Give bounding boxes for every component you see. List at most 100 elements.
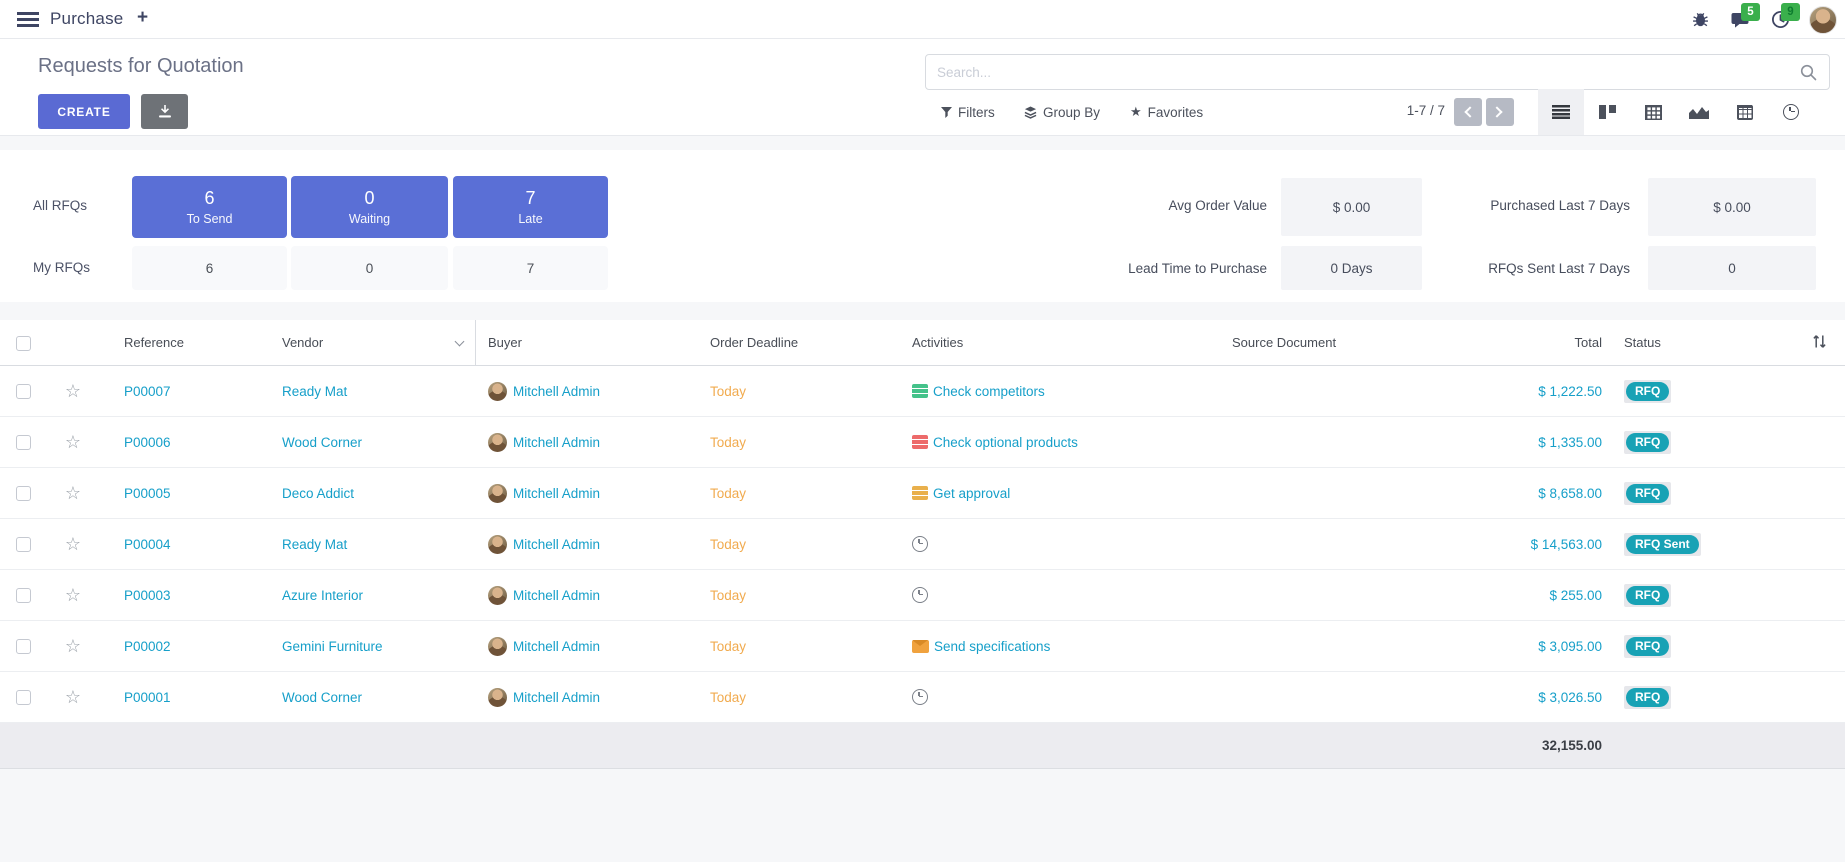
table-row[interactable]: ☆ P00003 Azure Interior Mitchell Admin T… [0,570,1845,621]
favorite-star-toggle[interactable]: ☆ [65,637,81,655]
row-checkbox[interactable] [16,537,31,552]
reference-link[interactable]: P00002 [100,639,270,654]
vendor-link[interactable]: Deco Addict [270,486,476,501]
new-menu-plus-button[interactable]: + [137,7,148,29]
activity-label[interactable]: Get approval [933,486,1010,501]
row-checkbox[interactable] [16,588,31,603]
vendor-link[interactable]: Azure Interior [270,588,476,603]
total-amount[interactable]: $ 8,658.00 [1505,486,1610,501]
buyer-name[interactable]: Mitchell Admin [513,384,600,399]
favorite-star-toggle[interactable]: ☆ [65,484,81,502]
reference-link[interactable]: P00007 [100,384,270,399]
row-checkbox[interactable] [16,690,31,705]
user-avatar[interactable] [1809,6,1837,34]
kpi-all-late[interactable]: 7 Late [453,176,608,238]
row-checkbox[interactable] [16,486,31,501]
total-amount[interactable]: $ 1,335.00 [1505,435,1610,450]
view-switcher-pivot[interactable] [1630,89,1676,135]
reference-link[interactable]: P00006 [100,435,270,450]
rfqs-sent-last-7-days-box[interactable]: 0 [1648,246,1816,290]
reference-link[interactable]: P00005 [100,486,270,501]
vendor-link[interactable]: Wood Corner [270,435,476,450]
total-amount[interactable]: $ 14,563.00 [1505,537,1610,552]
order-deadline[interactable]: Today [695,435,900,450]
row-checkbox[interactable] [16,639,31,654]
filters-button[interactable]: Filters [941,98,995,126]
column-header-order-deadline[interactable]: Order Deadline [695,335,900,350]
activity-type-icon[interactable] [912,384,928,398]
kpi-my-to-send[interactable]: 6 [132,246,287,290]
vendor-link[interactable]: Ready Mat [270,384,476,399]
view-switcher-calendar[interactable] [1722,89,1768,135]
vendor-link[interactable]: Ready Mat [270,537,476,552]
vendor-link[interactable]: Gemini Furniture [270,639,476,654]
column-header-buyer[interactable]: Buyer [476,335,695,350]
purchased-last-7-days-box[interactable]: $ 0.00 [1648,178,1816,236]
kpi-all-to-send[interactable]: 6 To Send [132,176,287,238]
favorite-star-toggle[interactable]: ☆ [65,433,81,451]
view-switcher-kanban[interactable] [1584,89,1630,135]
total-amount[interactable]: $ 255.00 [1505,588,1610,603]
table-row[interactable]: ☆ P00004 Ready Mat Mitchell Admin Today … [0,519,1845,570]
vendor-link[interactable]: Wood Corner [270,690,476,705]
reference-link[interactable]: P00003 [100,588,270,603]
pager-previous-button[interactable] [1454,98,1482,126]
table-row[interactable]: ☆ P00001 Wood Corner Mitchell Admin Toda… [0,672,1845,723]
activity-type-icon[interactable] [912,435,928,449]
column-header-source-document[interactable]: Source Document [1220,335,1505,350]
view-switcher-list[interactable] [1538,89,1584,135]
table-row[interactable]: ☆ P00006 Wood Corner Mitchell Admin Toda… [0,417,1845,468]
activity-envelope-icon[interactable] [912,640,929,653]
table-row[interactable]: ☆ P00002 Gemini Furniture Mitchell Admin… [0,621,1845,672]
activities-clock-icon[interactable]: 9 [1769,9,1791,31]
favorites-button[interactable]: ★ Favorites [1130,98,1203,126]
lead-time-box[interactable]: 0 Days [1281,246,1422,290]
buyer-name[interactable]: Mitchell Admin [513,486,600,501]
table-row[interactable]: ☆ P00005 Deco Addict Mitchell Admin Toda… [0,468,1845,519]
table-row[interactable]: ☆ P00007 Ready Mat Mitchell Admin Today … [0,366,1845,417]
favorite-star-toggle[interactable]: ☆ [65,535,81,553]
buyer-name[interactable]: Mitchell Admin [513,435,600,450]
total-amount[interactable]: $ 3,095.00 [1505,639,1610,654]
activity-label[interactable]: Check optional products [933,435,1078,450]
search-input[interactable] [926,55,1829,89]
order-deadline[interactable]: Today [695,588,900,603]
select-all-checkbox[interactable] [16,336,31,351]
order-deadline[interactable]: Today [695,537,900,552]
debug-bug-icon[interactable] [1689,9,1711,31]
order-deadline[interactable]: Today [695,486,900,501]
activity-label[interactable]: Send specifications [934,639,1050,654]
column-header-reference[interactable]: Reference [100,335,270,350]
messages-icon[interactable]: 5 [1729,9,1751,31]
avg-order-value-box[interactable]: $ 0.00 [1281,178,1422,236]
pager-next-button[interactable] [1486,98,1514,126]
search-icon[interactable] [1800,64,1817,81]
kpi-my-late[interactable]: 7 [453,246,608,290]
buyer-name[interactable]: Mitchell Admin [513,690,600,705]
view-switcher-activity[interactable] [1768,89,1814,135]
favorite-star-toggle[interactable]: ☆ [65,586,81,604]
order-deadline[interactable]: Today [695,384,900,399]
group-by-button[interactable]: Group By [1024,98,1100,126]
favorite-star-toggle[interactable]: ☆ [65,688,81,706]
activity-clock-icon[interactable] [912,536,928,552]
optional-columns-toggle[interactable] [1750,334,1845,352]
hamburger-menu-icon[interactable] [17,12,39,27]
column-header-total[interactable]: Total [1505,335,1610,350]
buyer-name[interactable]: Mitchell Admin [513,639,600,654]
kpi-my-waiting[interactable]: 0 [291,246,448,290]
view-switcher-graph[interactable] [1676,89,1722,135]
order-deadline[interactable]: Today [695,690,900,705]
total-amount[interactable]: $ 3,026.50 [1505,690,1610,705]
activity-type-icon[interactable] [912,486,928,500]
buyer-name[interactable]: Mitchell Admin [513,588,600,603]
row-checkbox[interactable] [16,435,31,450]
activity-clock-icon[interactable] [912,689,928,705]
column-header-status[interactable]: Status [1610,335,1750,350]
favorite-star-toggle[interactable]: ☆ [65,382,81,400]
kpi-all-waiting[interactable]: 0 Waiting [291,176,448,238]
reference-link[interactable]: P00001 [100,690,270,705]
buyer-name[interactable]: Mitchell Admin [513,537,600,552]
total-amount[interactable]: $ 1,222.50 [1505,384,1610,399]
activity-clock-icon[interactable] [912,587,928,603]
